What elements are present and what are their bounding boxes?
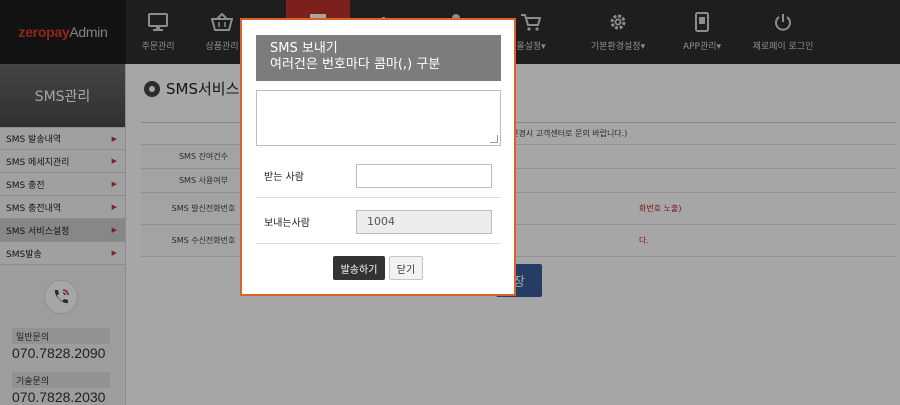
resize-handle-icon[interactable] (490, 135, 498, 143)
receiver-row: 받는 사람 (256, 154, 501, 198)
receiver-input[interactable] (356, 163, 492, 188)
dialog-subtitle: 여러건은 번호마다 콤마(,) 구분 (270, 57, 441, 72)
sender-input[interactable]: 1004 (356, 209, 492, 234)
dialog-title: SMS 보내기 (270, 41, 338, 56)
sms-send-dialog: SMS 보내기 여러건은 번호마다 콤마(,) 구분 받는 사람 보내는사람 1… (240, 18, 516, 296)
receiver-label: 받는 사람 (264, 172, 304, 183)
dialog-header: SMS 보내기 여러건은 번호마다 콤마(,) 구분 (256, 35, 501, 81)
send-button[interactable]: 발송하기 (333, 256, 385, 280)
dialog-buttons: 발송하기 닫기 (242, 256, 514, 280)
sender-label: 보내는사람 (264, 218, 310, 229)
close-button[interactable]: 닫기 (389, 256, 423, 280)
message-textarea[interactable] (256, 90, 501, 146)
sender-row: 보내는사람 1004 (256, 200, 501, 244)
